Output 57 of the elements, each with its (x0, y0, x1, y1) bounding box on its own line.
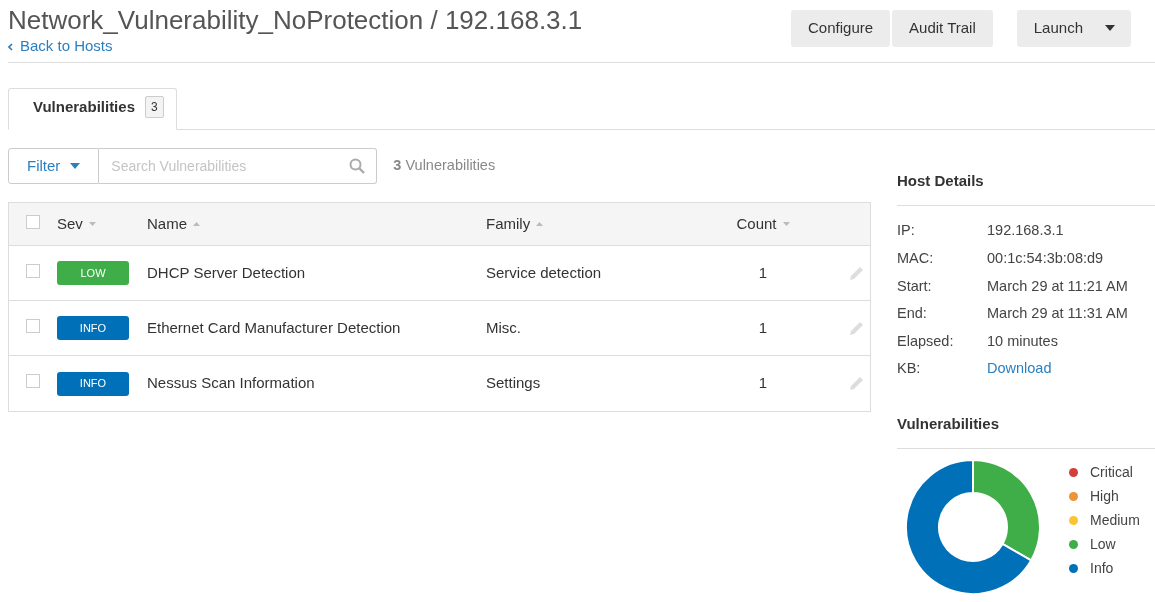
checkbox[interactable] (26, 374, 40, 389)
legend-label: Low (1090, 535, 1116, 555)
page-title: Network_Vulnerability_NoProtection / 192.168.3.1 (8, 6, 583, 35)
detail-label: End: (897, 304, 928, 324)
section-title: Host Details (897, 170, 1155, 206)
legend-label: Info (1090, 559, 1114, 579)
result-count: 3 Vulnerabilities (393, 155, 496, 175)
tab-label: Vulnerabilities (33, 97, 135, 117)
back-link[interactable]: Back to Hosts (8, 35, 113, 58)
pencil-icon[interactable] (848, 265, 864, 282)
checkbox[interactable] (26, 214, 40, 229)
pencil-icon[interactable] (848, 376, 864, 393)
detail-value: March 29 at 11:31 AM (987, 304, 1128, 324)
column-header[interactable]: Sev (57, 212, 96, 236)
detail-label: Elapsed: (897, 331, 955, 351)
toolbar-button[interactable]: Configure (791, 10, 891, 47)
search-field[interactable]: Search Vulnerabilities (99, 147, 378, 184)
family-name: Service detection (486, 263, 602, 281)
detail-value: March 29 at 11:21 AM (987, 276, 1128, 296)
legend-label: High (1090, 487, 1119, 507)
detail-label: KB: (897, 359, 922, 379)
vulnerability-name: Nessus Scan Information (147, 374, 315, 392)
column-header[interactable]: Name (147, 212, 200, 236)
severity-badge: LOW (57, 261, 129, 286)
detail-value: 00:1c:54:3b:08:d9 (987, 249, 1104, 268)
family-name: Misc. (486, 318, 521, 336)
detail-label: IP: (897, 221, 916, 241)
tab[interactable]: Vulnerabilities 3 (8, 88, 177, 130)
checkbox[interactable] (26, 318, 40, 333)
search-icon[interactable] (349, 157, 366, 174)
pencil-icon[interactable] (848, 320, 864, 337)
caret-icon (70, 162, 81, 169)
toolbar-button[interactable]: Audit Trail (892, 10, 993, 47)
section-title: Vulnerabilities (897, 413, 1155, 449)
detail-value: 10 minutes (987, 331, 1058, 351)
count-value: 1 (758, 318, 768, 336)
checkbox[interactable] (26, 263, 40, 278)
severity-badge: INFO (57, 371, 129, 396)
detail-value: 192.168.3.1 (987, 221, 1064, 241)
filter-button[interactable]: Filter (8, 147, 100, 184)
legend-label: Medium (1090, 511, 1140, 531)
column-header[interactable]: Family (486, 212, 544, 236)
chevron-icon[interactable] (8, 42, 13, 51)
launch-button[interactable]: Launch (1016, 10, 1131, 47)
legend-label: Critical (1090, 463, 1133, 483)
detail-label: MAC: (897, 249, 935, 268)
download-link[interactable]: Download (987, 358, 1052, 381)
vulnerability-name: Ethernet Card Manufacturer Detection (147, 318, 401, 336)
count-value: 1 (758, 263, 768, 281)
detail-label: Start: (897, 276, 933, 296)
vulnerability-name: DHCP Server Detection (147, 263, 306, 281)
column-header[interactable]: Count (736, 212, 790, 236)
caret-icon (1105, 25, 1115, 32)
count-badge: 3 (145, 96, 164, 119)
severity-badge: INFO (57, 316, 129, 341)
count-value: 1 (758, 374, 768, 392)
family-name: Settings (486, 374, 541, 392)
